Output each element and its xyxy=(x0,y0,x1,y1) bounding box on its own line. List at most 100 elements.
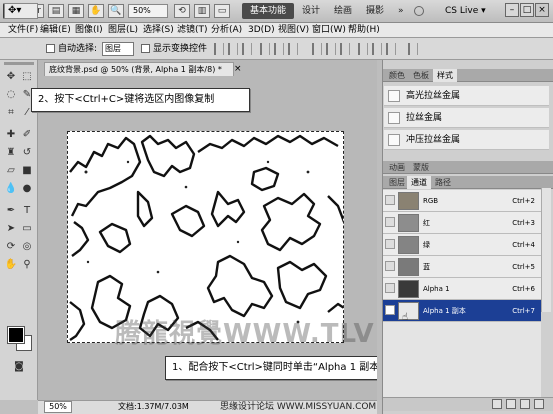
3d-orbit-tool-icon[interactable]: ◎ xyxy=(20,240,34,254)
load-selection-icon[interactable] xyxy=(492,399,502,409)
foreground-color-swatch[interactable] xyxy=(7,326,25,344)
tab-styles[interactable]: 样式 xyxy=(433,69,457,82)
style-item[interactable]: 冲压拉丝金属 xyxy=(384,130,549,150)
distribute-hcenter-icon[interactable] xyxy=(372,43,382,55)
auto-select-checkbox[interactable] xyxy=(46,44,55,53)
marquee-tool-icon[interactable]: ⬚ xyxy=(20,70,34,84)
distribute-top-icon[interactable] xyxy=(312,43,322,55)
maximize-button[interactable]: □ xyxy=(520,3,534,17)
hand-tool-icon-toolbox[interactable]: ✋ xyxy=(4,258,18,272)
visibility-eye-icon[interactable] xyxy=(385,217,395,227)
shape-tool-icon[interactable]: ▭ xyxy=(20,222,34,236)
blur-tool-icon[interactable]: 💧 xyxy=(4,182,18,196)
channels-scrollbar[interactable] xyxy=(541,188,551,312)
channel-thumbnail[interactable] xyxy=(398,236,419,254)
channel-thumbnail[interactable] xyxy=(398,192,419,210)
channel-row[interactable]: RGB Ctrl+2 xyxy=(383,190,541,212)
distribute-bottom-icon[interactable] xyxy=(340,43,350,55)
menu-layer[interactable]: 图层(L) xyxy=(104,23,142,38)
auto-align-icon[interactable] xyxy=(408,43,418,55)
crop-tool-icon[interactable]: ⌗ xyxy=(4,106,18,120)
tab-masks[interactable]: 蒙版 xyxy=(409,161,433,174)
menu-image[interactable]: 图像(I) xyxy=(71,23,107,38)
channel-row[interactable]: 蓝 Ctrl+5 xyxy=(383,256,541,278)
move-tool-icon[interactable]: ✥ xyxy=(4,70,18,84)
visibility-eye-icon[interactable] xyxy=(385,195,395,205)
clone-stamp-tool-icon[interactable]: ♜ xyxy=(4,146,18,160)
tab-layers[interactable]: 图层 xyxy=(385,176,409,189)
mini-bridge-icon[interactable]: ▤ xyxy=(48,4,64,18)
workspace-essentials-button[interactable]: 基本功能 xyxy=(242,3,294,19)
style-item[interactable]: 高光拉丝金属 xyxy=(384,86,549,106)
3d-rotate-tool-icon[interactable]: ⟳ xyxy=(4,240,18,254)
zoom-level-select[interactable]: 50% xyxy=(128,4,168,18)
save-selection-icon[interactable] xyxy=(506,399,516,409)
menu-edit[interactable]: 编辑(E) xyxy=(36,23,75,38)
menu-select[interactable]: 选择(S) xyxy=(139,23,178,38)
show-transform-checkbox[interactable] xyxy=(141,44,150,53)
visibility-eye-icon[interactable] xyxy=(385,239,395,249)
pen-tool-icon[interactable]: ✒ xyxy=(4,204,18,218)
gradient-tool-icon[interactable]: ■ xyxy=(20,164,34,178)
channel-thumbnail[interactable] xyxy=(398,258,419,276)
document-canvas[interactable] xyxy=(67,131,344,343)
extras-icon[interactable]: ▦ xyxy=(68,4,84,18)
workspace-design-button[interactable]: 设计 xyxy=(296,3,326,19)
delete-channel-icon[interactable] xyxy=(534,399,544,409)
tab-channels[interactable]: 通道 xyxy=(407,176,431,189)
workspace-photo-button[interactable]: 摄影 xyxy=(360,3,390,19)
channel-row[interactable]: 红 Ctrl+3 xyxy=(383,212,541,234)
align-top-icon[interactable] xyxy=(214,43,224,55)
menu-analysis[interactable]: 分析(A) xyxy=(207,23,246,38)
tab-color[interactable]: 颜色 xyxy=(385,69,409,82)
style-item[interactable]: 拉丝金属 xyxy=(384,108,549,128)
minimize-button[interactable]: – xyxy=(505,3,519,17)
align-hcenter-icon[interactable] xyxy=(274,43,284,55)
search-icon[interactable] xyxy=(414,6,424,16)
cs-live-button[interactable]: CS Live ▾ xyxy=(445,3,486,19)
menu-help[interactable]: 帮助(H) xyxy=(344,23,384,38)
tab-paths[interactable]: 路径 xyxy=(431,176,455,189)
channel-thumbnail[interactable] xyxy=(398,214,419,232)
visibility-eye-icon[interactable] xyxy=(385,261,395,271)
close-button[interactable]: × xyxy=(535,3,549,17)
menu-filter[interactable]: 滤镜(T) xyxy=(173,23,212,38)
history-brush-tool-icon[interactable]: ↺ xyxy=(20,146,34,160)
zoom-status-field[interactable]: 50% xyxy=(44,401,72,413)
healing-brush-tool-icon[interactable]: ✚ xyxy=(4,128,18,142)
quick-mask-icon[interactable]: ◙ xyxy=(12,360,26,374)
workspace-more-button[interactable]: » xyxy=(392,3,410,19)
tab-animation[interactable]: 动画 xyxy=(385,161,409,174)
zoom-tool-icon[interactable]: 🔍 xyxy=(108,4,124,18)
zoom-tool-icon-toolbox[interactable]: ⚲ xyxy=(20,258,34,272)
channel-row[interactable]: 绿 Ctrl+4 xyxy=(383,234,541,256)
path-select-tool-icon[interactable]: ➤ xyxy=(4,222,18,236)
dodge-tool-icon[interactable]: ● xyxy=(20,182,34,196)
lasso-tool-icon[interactable]: ◌ xyxy=(4,88,18,102)
align-vcenter-icon[interactable] xyxy=(228,43,238,55)
distribute-left-icon[interactable] xyxy=(358,43,368,55)
document-close-button[interactable]: × xyxy=(234,62,242,76)
align-left-icon[interactable] xyxy=(260,43,270,55)
screen-mode-icon[interactable]: ▭ xyxy=(214,4,230,18)
arrange-documents-icon[interactable]: ▥ xyxy=(194,4,210,18)
hand-tool-icon[interactable]: ✋ xyxy=(88,4,104,18)
eraser-tool-icon[interactable]: ▱ xyxy=(4,164,18,178)
new-channel-icon[interactable] xyxy=(520,399,530,409)
brush-tool-icon[interactable]: ✐ xyxy=(20,128,34,142)
visibility-eye-icon[interactable] xyxy=(385,305,395,315)
align-right-icon[interactable] xyxy=(288,43,298,55)
channel-row[interactable]: Alpha 1 Ctrl+6 xyxy=(383,278,541,300)
distribute-right-icon[interactable] xyxy=(386,43,396,55)
tab-swatches[interactable]: 色板 xyxy=(409,69,433,82)
channel-thumbnail[interactable] xyxy=(398,280,419,298)
tool-preset-picker[interactable]: ✥▾ xyxy=(4,3,38,19)
visibility-eye-icon[interactable] xyxy=(385,283,395,293)
document-size-info[interactable]: 文档:1.37M/7.03M xyxy=(118,401,189,413)
type-tool-icon[interactable]: T xyxy=(20,204,34,218)
rotate-view-icon[interactable]: ⟲ xyxy=(174,4,190,18)
document-tab[interactable]: 底纹背景.psd @ 50% (背景, Alpha 1 副本/8) * xyxy=(44,62,234,76)
auto-select-target-select[interactable]: 图层 xyxy=(102,42,134,56)
align-bottom-icon[interactable] xyxy=(242,43,252,55)
distribute-vcenter-icon[interactable] xyxy=(326,43,336,55)
